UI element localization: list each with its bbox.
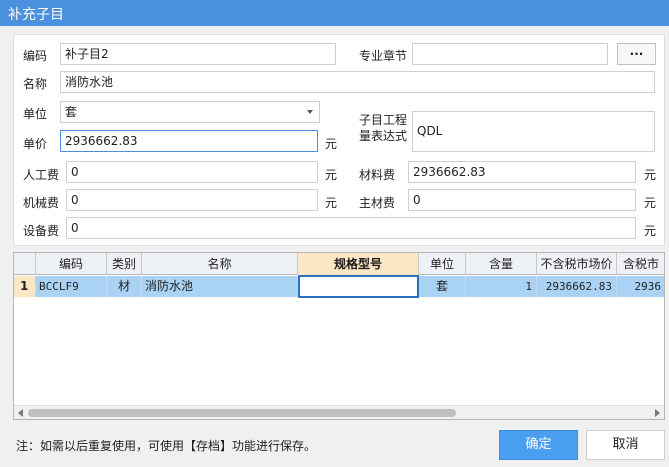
scroll-left-icon[interactable] xyxy=(18,409,23,417)
column-header-unit[interactable]: 单位 xyxy=(419,253,466,275)
name-label: 名称 xyxy=(23,77,48,91)
chevron-down-icon xyxy=(307,110,313,114)
dialog-title: 补充子目 xyxy=(8,7,64,23)
unit-label: 单位 xyxy=(23,107,48,121)
expr-label-line2: 量表达式 xyxy=(359,129,408,143)
row-number-header xyxy=(14,253,36,275)
main-material-currency: 元 xyxy=(644,196,657,210)
scroll-right-icon[interactable] xyxy=(655,409,660,417)
cell-category[interactable]: 材 xyxy=(107,276,142,297)
price-label: 单价 xyxy=(23,137,48,151)
column-header-category[interactable]: 类别 xyxy=(107,253,142,275)
cell-code[interactable]: BCCLF9 xyxy=(36,276,107,297)
cell-name[interactable]: 消防水池 xyxy=(142,276,298,297)
main-material-label: 主材费 xyxy=(359,196,396,210)
column-header-qty[interactable]: 含量 xyxy=(466,253,537,275)
cancel-button[interactable]: 取消 xyxy=(586,430,665,460)
item-form: 编码 补子目2 专业章节 ... 名称 消防水池 单位 套 子目工程 量表达式 … xyxy=(13,34,665,246)
equipment-input[interactable]: 0 xyxy=(66,217,636,239)
chapter-input[interactable] xyxy=(412,43,608,65)
column-header-code[interactable]: 编码 xyxy=(36,253,107,275)
machine-currency: 元 xyxy=(325,196,338,210)
price-currency: 元 xyxy=(325,137,338,151)
cell-price-ex-tax[interactable]: 2936662.83 xyxy=(537,276,617,297)
machine-label: 机械费 xyxy=(23,196,60,210)
footer-note: 注：如需以后重复使用，可使用【存档】功能进行保存。 xyxy=(16,439,317,453)
confirm-button[interactable]: 确定 xyxy=(499,430,578,460)
labor-input[interactable]: 0 xyxy=(66,161,318,183)
scrollbar-thumb[interactable] xyxy=(28,409,456,417)
cell-price-inc-tax[interactable]: 2936 xyxy=(617,276,664,297)
code-label: 编码 xyxy=(23,49,48,63)
cell-unit[interactable]: 套 xyxy=(419,276,466,297)
chapter-browse-button[interactable]: ... xyxy=(617,43,656,65)
equipment-currency: 元 xyxy=(644,224,657,238)
material-currency: 元 xyxy=(644,168,657,182)
labor-label: 人工费 xyxy=(23,168,60,182)
resource-grid: 编码 类别 名称 规格型号 单位 含量 不含税市场价 含税市 1 BCCLF9 … xyxy=(13,252,665,420)
column-header-name[interactable]: 名称 xyxy=(142,253,298,275)
column-header-spec[interactable]: 规格型号 xyxy=(298,253,419,275)
column-header-price-ex-tax[interactable]: 不含税市场价 xyxy=(537,253,617,275)
material-input[interactable]: 2936662.83 xyxy=(408,161,636,183)
grid-header: 编码 类别 名称 规格型号 单位 含量 不含税市场价 含税市 xyxy=(14,253,664,275)
column-header-price-inc-tax[interactable]: 含税市 xyxy=(617,253,664,275)
dialog-titlebar: 补充子目 xyxy=(0,0,669,26)
machine-input[interactable]: 0 xyxy=(66,189,318,211)
cell-spec-editor[interactable] xyxy=(298,275,419,298)
expr-input[interactable]: QDL xyxy=(412,111,655,152)
cell-qty[interactable]: 1 xyxy=(466,276,537,297)
name-input[interactable]: 消防水池 xyxy=(60,71,655,93)
material-label: 材料费 xyxy=(359,168,396,182)
chapter-label: 专业章节 xyxy=(359,49,408,63)
price-input[interactable]: 2936662.83 xyxy=(60,130,318,152)
dialog-body: 编码 补子目2 专业章节 ... 名称 消防水池 单位 套 子目工程 量表达式 … xyxy=(0,26,669,467)
expr-label-line1: 子目工程 xyxy=(359,113,408,127)
row-number[interactable]: 1 xyxy=(14,276,36,297)
unit-select-value: 套 xyxy=(65,105,78,119)
labor-currency: 元 xyxy=(325,168,338,182)
equipment-label: 设备费 xyxy=(23,224,60,238)
horizontal-scrollbar[interactable] xyxy=(14,405,664,419)
table-row[interactable]: 1 BCCLF9 材 消防水池 套 1 2936662.83 2936 xyxy=(14,275,664,298)
code-input[interactable]: 补子目2 xyxy=(60,43,336,65)
unit-select[interactable]: 套 xyxy=(60,101,320,123)
main-material-input[interactable]: 0 xyxy=(408,189,636,211)
